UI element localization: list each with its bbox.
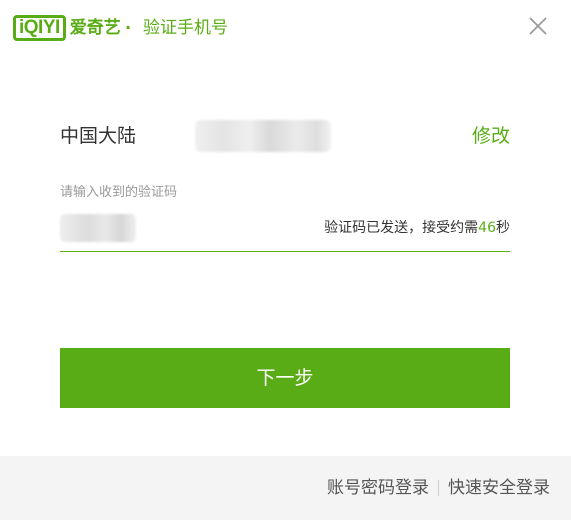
dialog-footer: 账号密码登录 快速安全登录 [0, 456, 571, 520]
footer-divider [438, 480, 439, 496]
password-login-link[interactable]: 账号密码登录 [327, 475, 429, 501]
next-step-button[interactable]: 下一步 [60, 348, 510, 408]
brand-name: 爱奇艺 [69, 18, 121, 38]
verification-code-label: 请输入收到的验证码 [60, 185, 178, 200]
verify-phone-dialog: iQIYI 爱奇艺 · 验证手机号 中国大陆 修改 请输入收到的验证码 验证码已… [0, 0, 571, 520]
quick-login-link[interactable]: 快速安全登录 [448, 475, 550, 501]
close-icon[interactable] [526, 14, 550, 38]
region-label: 中国大陆 [60, 125, 137, 147]
logo-mark: iQIYI [13, 15, 66, 41]
footer-links: 账号密码登录 快速安全登录 [327, 475, 550, 501]
masked-code-value [60, 214, 136, 242]
dialog-header: iQIYI 爱奇艺 · 验证手机号 [0, 0, 571, 56]
status-suffix: 秒 [496, 220, 510, 236]
phone-row: 中国大陆 修改 [60, 118, 510, 154]
verification-code-input[interactable]: 验证码已发送，接受约需46秒 [60, 206, 510, 252]
header-separator: · [125, 18, 132, 37]
status-prefix: 验证码已发送，接受约需 [324, 220, 479, 236]
countdown-seconds: 46 [478, 220, 496, 236]
dialog-title: 验证手机号 [143, 18, 228, 38]
code-sent-status: 验证码已发送，接受约需46秒 [324, 217, 510, 239]
masked-phone-number [195, 120, 331, 152]
iqiyi-logo: iQIYI 爱奇艺 [13, 13, 121, 43]
modify-link[interactable]: 修改 [472, 118, 510, 154]
